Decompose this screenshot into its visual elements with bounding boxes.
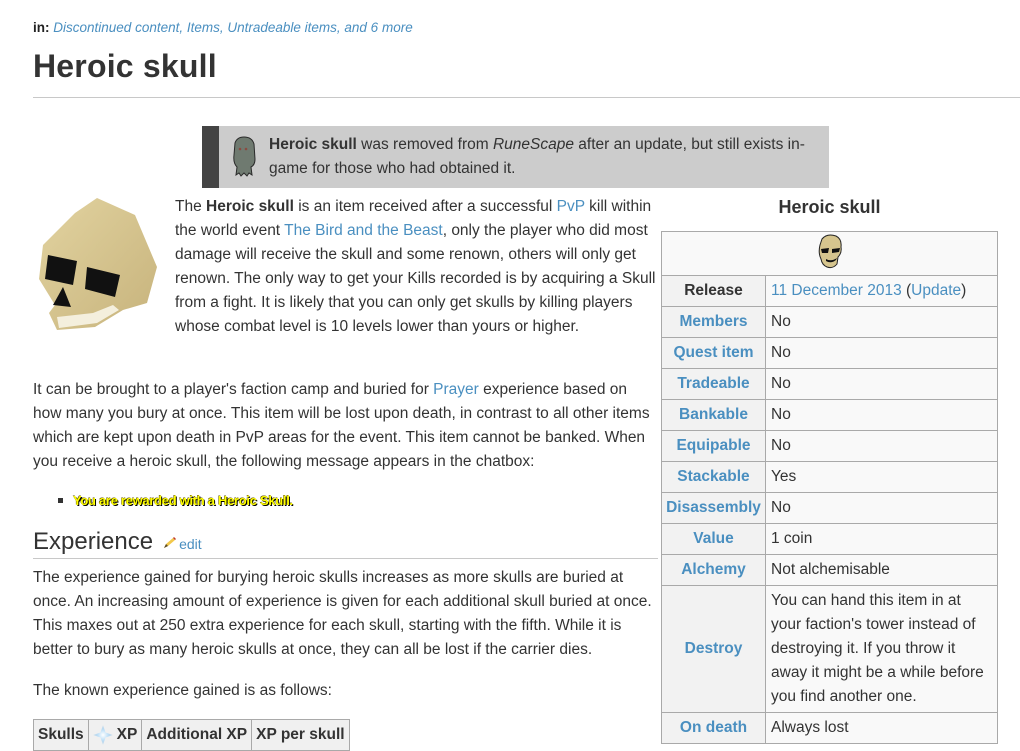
update-link[interactable]: Update [911, 282, 961, 299]
notice-text-part: was removed from [356, 136, 493, 153]
infobox-label-link[interactable]: Bankable [661, 399, 766, 431]
item-name: Heroic skull [206, 198, 294, 215]
chat-message-list: You are rewarded with a Heroic Skull. [58, 493, 293, 508]
infobox-value: No [765, 337, 998, 369]
infobox-title: Heroic skull [778, 197, 881, 217]
infobox-value: No [765, 492, 998, 524]
infobox-row-stackable: Stackable Yes [661, 461, 998, 493]
title-divider [33, 97, 1020, 98]
chatbox-message: You are rewarded with a Heroic Skull. [73, 493, 293, 508]
edit-section-button[interactable]: edit [163, 536, 202, 552]
infobox-value: No [765, 430, 998, 462]
infobox-label-link[interactable]: Tradeable [661, 368, 766, 400]
infobox-label-link[interactable]: Value [661, 523, 766, 555]
infobox-row-bankable: Bankable No [661, 399, 998, 431]
infobox-label: Release [661, 275, 766, 307]
infobox-row-members: Members No [661, 306, 998, 338]
col-label: XP [116, 726, 138, 744]
text: It can be brought to a player's faction … [33, 381, 434, 398]
infobox-row-destroy: Destroy You can hand this item in at your… [661, 585, 998, 713]
infobox-label-link[interactable]: Quest item [661, 337, 766, 369]
infobox-row-alchemy: Alchemy Not alchemisable [661, 554, 998, 586]
experience-heading: Experience edit [33, 528, 658, 559]
text: The [175, 198, 207, 215]
prayer-link[interactable]: Prayer [433, 381, 479, 398]
infobox-row-release: Release 11 December 2013 (Update) [661, 275, 998, 307]
burial-paragraph: It can be brought to a player's faction … [33, 378, 658, 474]
infobox-value: Not alchemisable [765, 554, 998, 586]
release-date-link[interactable]: 11 December 2013 [771, 282, 902, 299]
infobox-value: 11 December 2013 (Update) [765, 275, 998, 307]
categories-links[interactable]: Discontinued content, Items, Untradeable… [53, 20, 412, 35]
category-bar: in: Discontinued content, Items, Untrade… [33, 20, 413, 35]
intro-paragraph: The Heroic skull is an item received aft… [175, 195, 660, 339]
infobox-value: No [765, 306, 998, 338]
infobox-value: 1 coin [765, 523, 998, 555]
edit-label: edit [179, 536, 202, 552]
col-xp[interactable]: XP [87, 719, 143, 751]
infobox-value: Yes [765, 461, 998, 493]
infobox-label-link[interactable]: On death [661, 712, 766, 744]
infobox-value: No [765, 368, 998, 400]
list-item: You are rewarded with a Heroic Skull. [58, 493, 293, 508]
infobox-label-link[interactable]: Alchemy [661, 554, 766, 586]
notice-game-name: RuneScape [492, 136, 574, 153]
notice-item-name: Heroic skull [269, 136, 357, 153]
infobox-row-value: Value 1 coin [661, 523, 998, 555]
infobox-row-quest-item: Quest item No [661, 337, 998, 369]
categories-label: in: [33, 20, 50, 35]
infobox-value: You can hand this item in at your factio… [765, 585, 998, 713]
col-xp-per-skull[interactable]: XP per skull [251, 719, 350, 751]
removed-content-notice: Heroic skull was removed from RuneScape … [202, 126, 829, 188]
infobox-row-disassembly: Disassembly No [661, 492, 998, 524]
section-title: Experience [33, 528, 154, 555]
bullet-icon [58, 498, 63, 503]
infobox-label-link[interactable]: Disassembly [661, 492, 766, 524]
infobox-value: Always lost [765, 712, 998, 744]
infobox-label-link[interactable]: Members [661, 306, 766, 338]
bird-and-beast-link[interactable]: The Bird and the Beast [284, 222, 443, 239]
ghost-icon [233, 136, 256, 177]
experience-intro: The known experience gained is as follow… [33, 682, 332, 699]
heroic-skull-image [39, 198, 157, 330]
text: is an item received after a successful [293, 198, 557, 215]
col-additional-xp[interactable]: Additional XP [141, 719, 253, 751]
infobox-label-link[interactable]: Equipable [661, 430, 766, 462]
infobox-row-tradeable: Tradeable No [661, 368, 998, 400]
infobox-row-equipable: Equipable No [661, 430, 998, 462]
infobox-image-row [661, 231, 998, 276]
experience-table: Skulls XP Additional XP XP per skull [33, 719, 350, 751]
infobox-label-link[interactable]: Stackable [661, 461, 766, 493]
col-skulls[interactable]: Skulls [33, 719, 89, 751]
heroic-skull-icon [818, 234, 842, 269]
page-title: Heroic skull [33, 48, 217, 84]
paren: ( [901, 282, 912, 299]
infobox-label-link[interactable]: Destroy [661, 585, 766, 713]
pvp-link[interactable]: PvP [557, 198, 585, 215]
infobox-value: No [765, 399, 998, 431]
table-header-row: Skulls XP Additional XP XP per skull [33, 719, 350, 751]
infobox-row-on-death: On death Always lost [661, 712, 998, 744]
paren: ) [961, 282, 967, 299]
notice-text: Heroic skull was removed from RuneScape … [269, 133, 829, 181]
prayer-icon [92, 725, 113, 745]
infobox: Release 11 December 2013 (Update) Member… [661, 231, 998, 744]
experience-paragraph: The experience gained for burying heroic… [33, 569, 652, 658]
pencil-icon [164, 537, 177, 548]
